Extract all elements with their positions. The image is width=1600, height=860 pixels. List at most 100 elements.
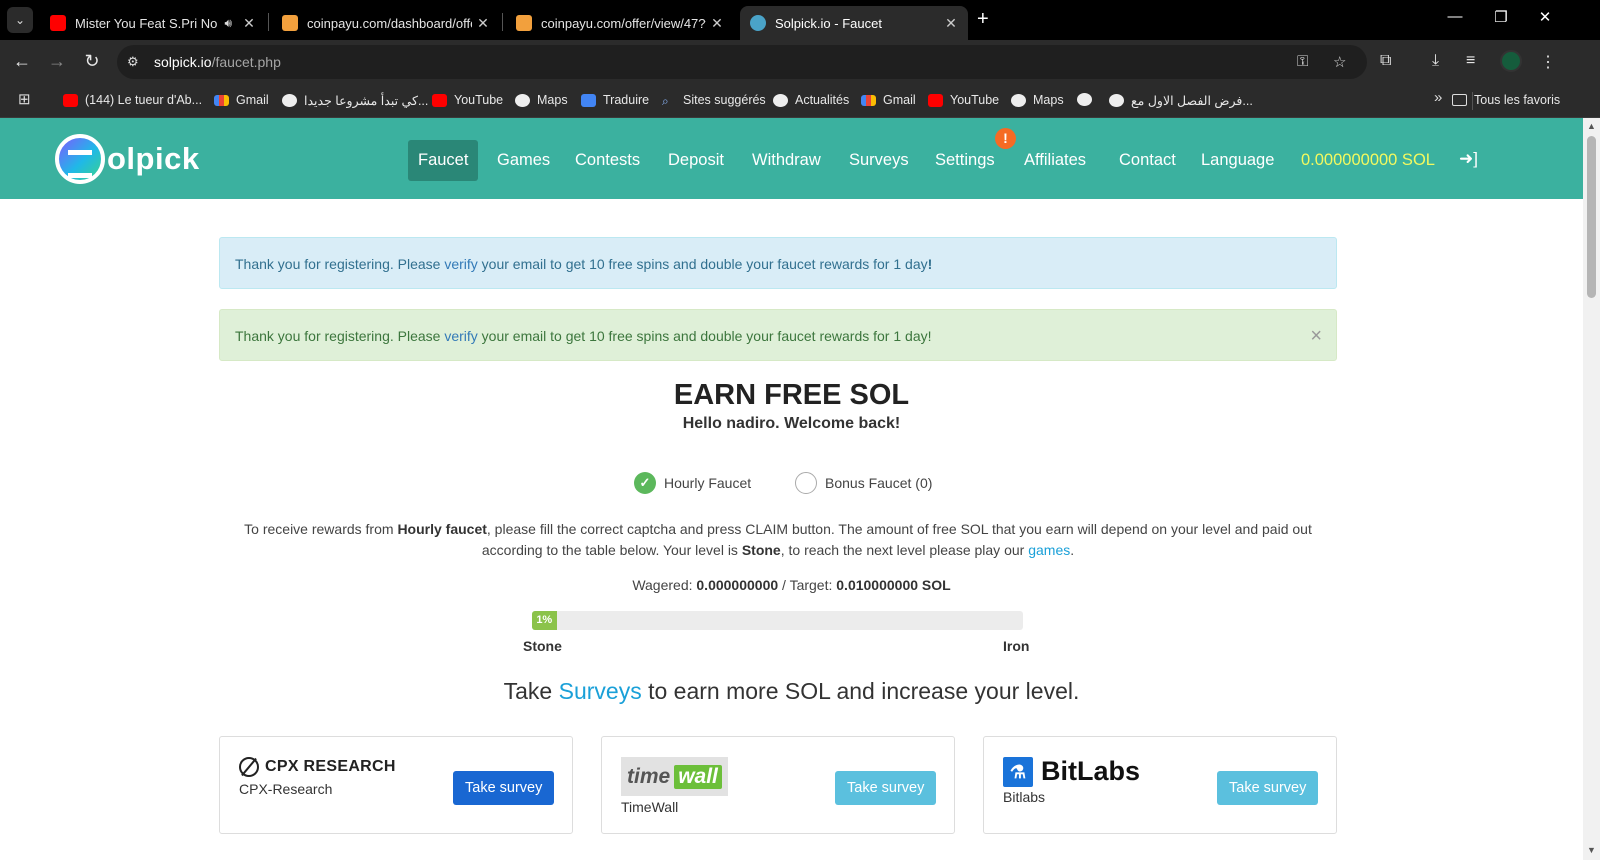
next-level-label: Iron: [1003, 638, 1030, 654]
nav-withdraw[interactable]: Withdraw: [742, 140, 831, 181]
back-arrow-icon[interactable]: ←: [10, 51, 34, 72]
close-tab-icon[interactable]: ✕: [940, 15, 962, 32]
forward-arrow-icon[interactable]: →: [45, 51, 69, 72]
check-icon: ✓: [634, 472, 656, 494]
progress-fill: 1%: [532, 611, 557, 630]
bookmark-star-icon[interactable]: ☆: [1333, 53, 1346, 71]
url-text: solpick.io/faucet.php: [154, 54, 281, 70]
games-link[interactable]: games: [1028, 542, 1070, 558]
success-alert: Thank you for registering. Please verify…: [219, 309, 1337, 361]
reload-icon[interactable]: ↻: [80, 51, 104, 72]
new-tab-plus-icon[interactable]: +: [977, 8, 989, 31]
media-control-icon[interactable]: ≡: [1466, 52, 1475, 70]
wager-status: Wagered: 0.000000000 / Target: 0.0100000…: [632, 577, 951, 593]
take-survey-button[interactable]: Take survey: [1217, 771, 1319, 805]
globe-icon: [1109, 94, 1124, 107]
close-alert-icon[interactable]: ×: [1310, 310, 1322, 362]
nav-deposit[interactable]: Deposit: [658, 140, 734, 181]
survey-card-bitlabs: ⚗ BitLabs Bitlabs Take survey: [983, 736, 1337, 834]
nav-affiliates[interactable]: Affiliates: [1014, 140, 1096, 181]
bookmark-item[interactable]: ⌕ Sites suggérés: [662, 93, 766, 108]
site-navbar: olpick Faucet Games Contests Deposit Wit…: [0, 118, 1583, 199]
gmail-icon: [214, 94, 229, 106]
bookmark-item[interactable]: Maps: [515, 93, 568, 107]
survey-card-cpx: CPX RESEARCH CPX-Research Take survey: [219, 736, 573, 834]
scroll-up-arrow-icon[interactable]: ▲: [1587, 121, 1596, 131]
info-alert: Thank you for registering. Please verify…: [219, 237, 1337, 289]
browser-tab[interactable]: coinpayu.com/dashboard/offer ✕: [272, 6, 500, 40]
extensions-icon[interactable]: ⧉: [1380, 52, 1391, 70]
bookmark-item[interactable]: Gmail: [214, 93, 269, 107]
cpx-research-logo: CPX RESEARCH: [239, 757, 396, 777]
profile-avatar[interactable]: [1500, 50, 1522, 72]
bookmark-item[interactable]: Maps: [1011, 93, 1064, 107]
browser-tab-strip: ⌄ Mister You Feat S.Pri Noir - 🔊︎ ✕ coin…: [0, 0, 1600, 40]
gmail-icon: [861, 94, 876, 106]
solpick-favicon-icon: [750, 15, 766, 31]
bookmark-item[interactable]: فرض الفصل الاول مع...: [1109, 93, 1253, 108]
radio-label: Hourly Faucet: [664, 475, 752, 491]
bookmark-item[interactable]: Traduire: [581, 93, 649, 107]
hourly-faucet-radio[interactable]: ✓ Hourly Faucet: [634, 472, 751, 494]
nav-contact[interactable]: Contact: [1109, 140, 1186, 181]
all-bookmarks-folder[interactable]: Tous les favoris: [1452, 93, 1560, 107]
menu-kebab-icon[interactable]: ⋮: [1540, 52, 1556, 72]
close-tab-icon[interactable]: ✕: [472, 15, 494, 32]
youtube-icon: [432, 93, 447, 107]
radio-label: Bonus Faucet (0): [825, 475, 933, 491]
password-key-icon[interactable]: ⚿: [1297, 53, 1308, 70]
bookmark-item[interactable]: كي تبدأ مشروعا جديدا...: [282, 93, 428, 108]
globe-icon: [1011, 93, 1026, 107]
verify-link[interactable]: verify: [444, 256, 477, 272]
bookmark-item[interactable]: Gmail: [861, 93, 916, 107]
logo-text: olpick: [107, 141, 200, 176]
nav-games[interactable]: Games: [487, 140, 560, 181]
globe-icon: [515, 93, 530, 107]
restore-icon[interactable]: ❐: [1486, 8, 1516, 26]
close-window-icon[interactable]: ✕: [1530, 8, 1560, 26]
browser-tab-active[interactable]: Solpick.io - Faucet ✕: [740, 6, 968, 40]
tab-search-chevron-icon[interactable]: ⌄: [7, 7, 33, 33]
apps-grid-icon[interactable]: ⊞: [18, 90, 31, 108]
address-bar[interactable]: ⚙ solpick.io/faucet.php ⚿ ☆: [117, 45, 1367, 79]
take-survey-button[interactable]: Take survey: [835, 771, 937, 805]
bookmark-item[interactable]: Actualités: [773, 93, 849, 107]
nav-contests[interactable]: Contests: [565, 140, 650, 181]
search-icon: ⌕: [662, 93, 669, 108]
close-tab-icon[interactable]: ✕: [238, 15, 260, 32]
surveys-heading: Take Surveys to earn more SOL and increa…: [503, 678, 1080, 704]
close-tab-icon[interactable]: ✕: [706, 15, 728, 32]
nav-faucet[interactable]: Faucet: [408, 140, 479, 181]
bonus-faucet-radio[interactable]: Bonus Faucet (0): [795, 472, 932, 494]
bookmarks-overflow-icon[interactable]: »: [1434, 89, 1442, 106]
take-survey-button[interactable]: Take survey: [453, 771, 555, 805]
bookmark-item[interactable]: [1077, 93, 1099, 106]
download-icon[interactable]: ⤓: [1432, 52, 1439, 70]
minimize-icon[interactable]: —: [1440, 8, 1470, 25]
tab-divider: [268, 13, 269, 31]
nav-surveys[interactable]: Surveys: [839, 140, 919, 181]
bookmark-item[interactable]: YouTube: [432, 93, 503, 107]
verify-link[interactable]: verify: [444, 328, 477, 344]
timewall-logo: time wall: [621, 757, 728, 796]
level-progress-bar: 1%: [532, 611, 1023, 630]
browser-tab[interactable]: Mister You Feat S.Pri Noir - 🔊︎ ✕: [40, 6, 266, 40]
nav-language[interactable]: Language: [1191, 140, 1284, 181]
youtube-icon: [928, 93, 943, 107]
page-scrollbar[interactable]: ▲ ▼: [1583, 118, 1600, 860]
survey-card-timewall: time wall TimeWall Take survey: [601, 736, 955, 834]
balance-display: 0.000000000 SOL: [1301, 151, 1435, 169]
logout-icon[interactable]: ➜]: [1459, 149, 1478, 169]
bookmark-item[interactable]: (144) Le tueur d'Ab...: [63, 93, 202, 107]
solpick-logo[interactable]: olpick: [55, 134, 200, 184]
nav-settings[interactable]: Settings: [925, 140, 1005, 181]
scroll-down-arrow-icon[interactable]: ▼: [1587, 845, 1596, 855]
browser-tab[interactable]: coinpayu.com/offer/view/47?to ✕: [506, 6, 734, 40]
bitlabs-flask-icon: ⚗: [1003, 756, 1033, 787]
speaker-icon[interactable]: 🔊︎: [224, 16, 232, 31]
site-info-icon[interactable]: ⚙: [127, 54, 145, 70]
scroll-thumb[interactable]: [1587, 136, 1596, 298]
globe-icon: [773, 93, 788, 107]
bookmark-item[interactable]: YouTube: [928, 93, 999, 107]
surveys-link[interactable]: Surveys: [559, 678, 642, 704]
